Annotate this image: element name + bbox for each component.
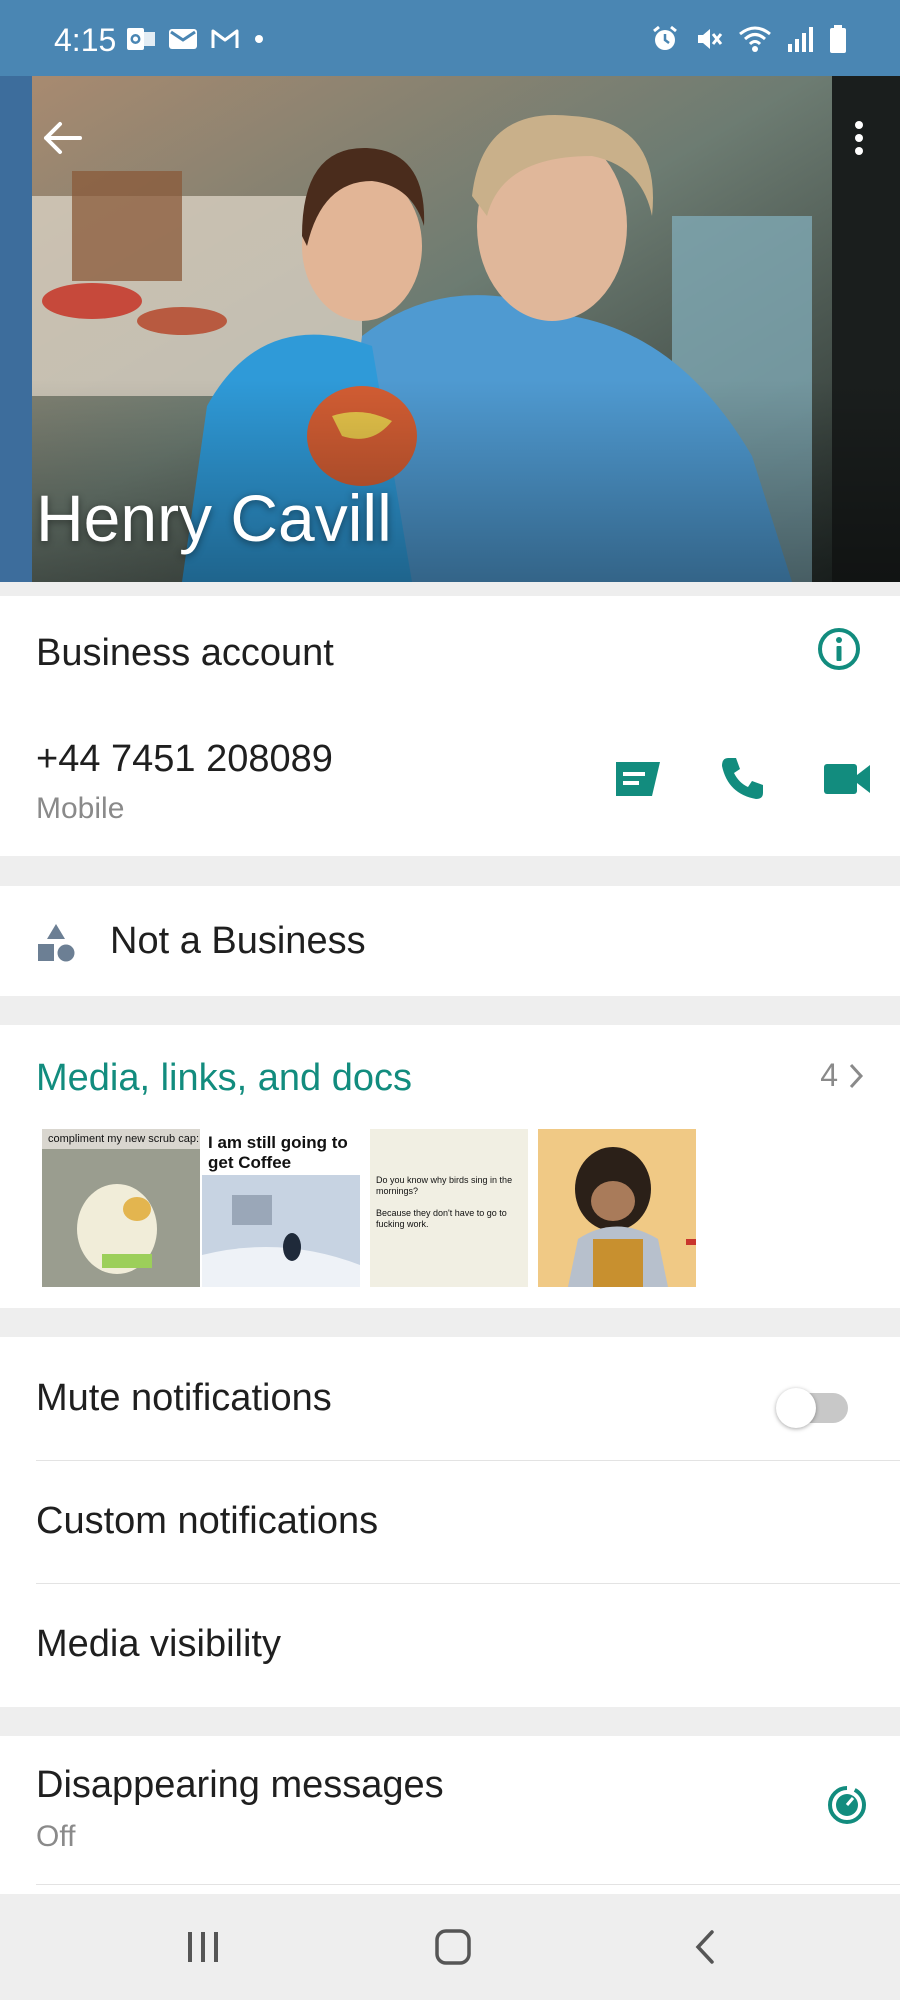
home-icon[interactable] — [434, 1928, 472, 1966]
disappearing-messages-value: Off — [36, 1820, 76, 1853]
disappearing-messages-card[interactable]: Disappearing messages Off — [0, 1736, 900, 1894]
divider — [36, 1884, 900, 1885]
divider — [36, 1460, 900, 1461]
shapes-icon — [38, 924, 75, 962]
voice-call-icon[interactable] — [718, 754, 766, 802]
media-thumb-caption: Do you know why birds sing in the mornin… — [376, 1175, 513, 1229]
back-arrow-icon[interactable] — [40, 116, 84, 160]
business-category-label: Not a Business — [110, 920, 366, 962]
more-vertical-icon[interactable] — [844, 116, 874, 160]
phone-type: Mobile — [36, 792, 125, 825]
disappearing-messages-label: Disappearing messages — [36, 1764, 444, 1806]
system-navigation-bar — [0, 1894, 900, 2000]
media-thumb[interactable]: Do you know why birds sing in the mornin… — [370, 1129, 528, 1287]
business-category-card[interactable]: Not a Business — [0, 886, 900, 996]
media-thumb-caption: compliment my new scrub cap: — [48, 1133, 199, 1145]
business-account-label: Business account — [36, 632, 334, 674]
chevron-right-icon — [849, 1063, 864, 1088]
outlook-icon — [127, 28, 155, 50]
system-icons — [650, 24, 848, 54]
back-nav-icon[interactable] — [692, 1928, 718, 1966]
divider — [36, 1583, 900, 1584]
media-thumb[interactable]: I am still going to get Coffee — [202, 1129, 360, 1287]
video-call-icon[interactable] — [822, 762, 872, 796]
contact-name: Henry Cavill — [36, 481, 392, 555]
gmail-icon — [211, 29, 239, 48]
message-icon[interactable] — [612, 758, 664, 800]
mute-icon — [698, 29, 723, 49]
battery-icon — [830, 25, 846, 53]
status-bar: 4:15 — [0, 0, 900, 76]
media-thumb[interactable]: compliment my new scrub cap: — [42, 1129, 200, 1287]
mail-icon — [169, 29, 197, 49]
recent-apps-icon[interactable] — [186, 1930, 220, 1964]
dot-icon — [255, 35, 263, 43]
contact-info-card: Business account +44 7451 208089 Mobile — [0, 596, 900, 856]
toggle-knob — [776, 1388, 816, 1428]
media-card: Media, links, and docs 4 compliment my n… — [0, 1025, 900, 1308]
mute-notifications-toggle[interactable] — [776, 1388, 848, 1428]
info-icon[interactable] — [816, 626, 862, 672]
wifi-icon — [739, 26, 771, 52]
media-count: 4 — [820, 1057, 838, 1093]
media-visibility-item[interactable]: Media visibility — [36, 1623, 281, 1666]
media-thumb-caption: I am still going to get Coffee — [208, 1133, 348, 1172]
media-count-button[interactable]: 4 — [820, 1057, 864, 1094]
profile-header: Henry Cavill — [0, 76, 900, 582]
media-links-docs-link[interactable]: Media, links, and docs — [36, 1057, 412, 1100]
signal-icon — [788, 27, 813, 52]
notification-icons — [126, 26, 266, 52]
media-thumb[interactable] — [538, 1129, 696, 1287]
custom-notifications-item[interactable]: Custom notifications — [36, 1500, 378, 1543]
timer-icon — [828, 1786, 866, 1824]
status-time: 4:15 — [54, 22, 117, 58]
notifications-card: Mute notifications Custom notifications … — [0, 1337, 900, 1707]
phone-number[interactable]: +44 7451 208089 — [36, 738, 333, 781]
mute-notifications-label: Mute notifications — [36, 1377, 332, 1419]
alarm-icon — [653, 25, 677, 50]
